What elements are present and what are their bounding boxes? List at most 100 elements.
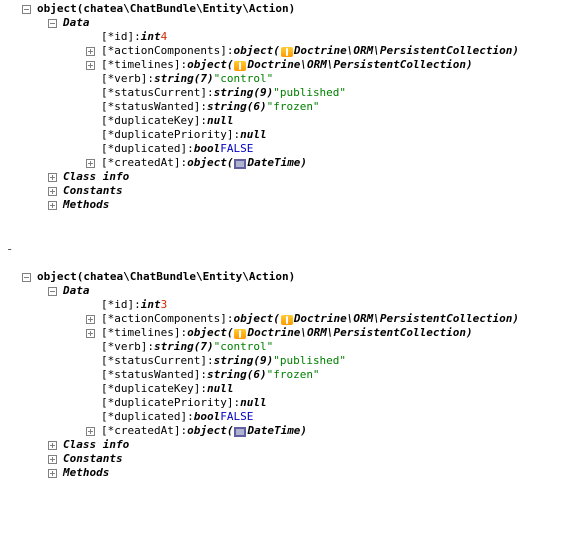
- prop-type: string(7): [154, 340, 214, 354]
- prop-created-at[interactable]: [*createdAt]: object( DateTime): [4, 424, 575, 438]
- prop-type: null: [240, 128, 267, 142]
- minus-icon[interactable]: [48, 287, 57, 296]
- prop-type: string(9): [214, 86, 274, 100]
- prop-id: [*id]: int 4: [4, 30, 575, 44]
- plus-icon[interactable]: [48, 441, 57, 450]
- prop-verb: [*verb]: string(7) "control": [4, 72, 575, 86]
- symfony-icon: [281, 47, 293, 57]
- prop-key: [*statusCurrent]:: [101, 354, 214, 368]
- prop-id: [*id]: int 3: [4, 298, 575, 312]
- prop-duplicate-priority: [*duplicatePriority]: null: [4, 396, 575, 410]
- methods-section[interactable]: Methods: [4, 466, 575, 480]
- prop-duplicated: [*duplicated]: bool FALSE: [4, 142, 575, 156]
- prop-key: [*statusWanted]:: [101, 368, 207, 382]
- prop-type: object(: [187, 424, 233, 438]
- prop-status-wanted: [*statusWanted]: string(6) "frozen": [4, 368, 575, 382]
- prop-verb: [*verb]: string(7) "control": [4, 340, 575, 354]
- prop-type: object(: [233, 312, 279, 326]
- prop-key: [*verb]:: [101, 340, 154, 354]
- minus-icon[interactable]: [48, 19, 57, 28]
- prop-key: [*createdAt]:: [101, 424, 187, 438]
- methods-section[interactable]: Methods: [4, 198, 575, 212]
- prop-type: int: [141, 30, 161, 44]
- constants-section[interactable]: Constants: [4, 452, 575, 466]
- section-label: Methods: [63, 198, 109, 212]
- prop-value: "control": [214, 340, 274, 354]
- prop-type: object(: [187, 156, 233, 170]
- prop-key: [*createdAt]:: [101, 156, 187, 170]
- prop-type: object(: [187, 58, 233, 72]
- prop-value: "control": [214, 72, 274, 86]
- minus-icon[interactable]: [22, 273, 31, 282]
- plus-icon[interactable]: [86, 315, 95, 324]
- prop-type: bool: [194, 410, 221, 424]
- prop-class: Doctrine\ORM\PersistentCollection): [247, 326, 472, 340]
- prop-key: [*id]:: [101, 298, 141, 312]
- plus-icon[interactable]: [48, 173, 57, 182]
- section-label: Data: [63, 284, 90, 298]
- prop-type: object(: [187, 326, 233, 340]
- plus-icon[interactable]: [86, 329, 95, 338]
- prop-duplicate-priority: [*duplicatePriority]: null: [4, 128, 575, 142]
- separator-dash: -: [4, 242, 575, 256]
- prop-value: 4: [161, 30, 168, 44]
- section-label: Data: [63, 16, 90, 30]
- prop-type: int: [141, 298, 161, 312]
- class-info-section[interactable]: Class info: [4, 170, 575, 184]
- prop-key: [*duplicated]:: [101, 410, 194, 424]
- prop-key: [*timelines]:: [101, 58, 187, 72]
- symfony-icon: [281, 315, 293, 325]
- prop-type: string(9): [214, 354, 274, 368]
- section-label: Methods: [63, 466, 109, 480]
- object-header[interactable]: object(chatea\ChatBundle\Entity\Action): [4, 270, 575, 284]
- plus-icon[interactable]: [86, 47, 95, 56]
- prop-type: bool: [194, 142, 221, 156]
- plus-icon[interactable]: [86, 159, 95, 168]
- plus-icon[interactable]: [86, 427, 95, 436]
- prop-type: string(6): [207, 100, 267, 114]
- section-label: Constants: [63, 452, 123, 466]
- prop-key: [*duplicateKey]:: [101, 382, 207, 396]
- prop-key: [*statusCurrent]:: [101, 86, 214, 100]
- prop-action-components[interactable]: [*actionComponents]: object( Doctrine\OR…: [4, 44, 575, 58]
- prop-value: "frozen": [267, 100, 320, 114]
- data-section[interactable]: Data: [4, 284, 575, 298]
- plus-icon[interactable]: [48, 469, 57, 478]
- plus-icon[interactable]: [86, 61, 95, 70]
- prop-class: Doctrine\ORM\PersistentCollection): [294, 44, 519, 58]
- symfony-icon: [234, 61, 246, 71]
- prop-status-current: [*statusCurrent]: string(9) "published": [4, 354, 575, 368]
- data-section[interactable]: Data: [4, 16, 575, 30]
- prop-status-wanted: [*statusWanted]: string(6) "frozen": [4, 100, 575, 114]
- prop-class: Doctrine\ORM\PersistentCollection): [247, 58, 472, 72]
- prop-key: [*duplicatePriority]:: [101, 396, 240, 410]
- prop-key: [*statusWanted]:: [101, 100, 207, 114]
- prop-action-components[interactable]: [*actionComponents]: object( Doctrine\OR…: [4, 312, 575, 326]
- datetime-icon: [234, 159, 246, 169]
- plus-icon[interactable]: [48, 187, 57, 196]
- prop-value: "frozen": [267, 368, 320, 382]
- prop-timelines[interactable]: [*timelines]: object( Doctrine\ORM\Persi…: [4, 326, 575, 340]
- prop-key: [*duplicated]:: [101, 142, 194, 156]
- prop-timelines[interactable]: [*timelines]: object( Doctrine\ORM\Persi…: [4, 58, 575, 72]
- prop-value: 3: [161, 298, 168, 312]
- prop-duplicate-key: [*duplicateKey]: null: [4, 114, 575, 128]
- section-label: Class info: [63, 438, 129, 452]
- plus-icon[interactable]: [48, 201, 57, 210]
- prop-value: FALSE: [220, 410, 253, 424]
- constants-section[interactable]: Constants: [4, 184, 575, 198]
- prop-key: [*duplicateKey]:: [101, 114, 207, 128]
- prop-type: null: [207, 114, 234, 128]
- object-header[interactable]: object(chatea\ChatBundle\Entity\Action): [4, 2, 575, 16]
- prop-key: [*actionComponents]:: [101, 44, 233, 58]
- prop-key: [*actionComponents]:: [101, 312, 233, 326]
- minus-icon[interactable]: [22, 5, 31, 14]
- prop-created-at[interactable]: [*createdAt]: object( DateTime): [4, 156, 575, 170]
- object-class: object(chatea\ChatBundle\Entity\Action): [37, 270, 295, 284]
- prop-class: Doctrine\ORM\PersistentCollection): [294, 312, 519, 326]
- prop-duplicate-key: [*duplicateKey]: null: [4, 382, 575, 396]
- prop-type: object(: [233, 44, 279, 58]
- class-info-section[interactable]: Class info: [4, 438, 575, 452]
- plus-icon[interactable]: [48, 455, 57, 464]
- prop-value: FALSE: [220, 142, 253, 156]
